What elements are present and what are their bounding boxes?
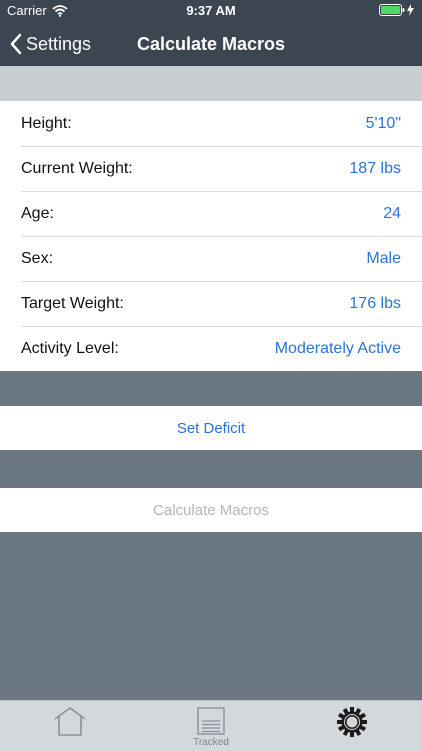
- age-value: 24: [383, 204, 401, 222]
- current-weight-row[interactable]: Current Weight: 187 lbs: [0, 146, 422, 191]
- status-bar: Carrier 9:37 AM: [0, 0, 422, 22]
- age-row[interactable]: Age: 24: [0, 191, 422, 236]
- navigation-bar: Settings Calculate Macros: [0, 22, 422, 66]
- tab-home[interactable]: [0, 701, 140, 751]
- charging-bolt-icon: [407, 4, 414, 16]
- status-time: 9:37 AM: [186, 3, 236, 18]
- page-title-text: Calculate Macros: [136, 34, 286, 54]
- tab-tracked-label: Tracked: [193, 737, 229, 748]
- height-row[interactable]: Height: 5'10": [0, 101, 422, 146]
- activity-level-label: Activity Level:: [21, 339, 119, 357]
- tab-tracked[interactable]: Tracked: [141, 701, 281, 751]
- chevron-left-icon: [10, 33, 22, 55]
- sex-value: Male: [366, 249, 401, 267]
- sex-row[interactable]: Sex: Male: [0, 236, 422, 281]
- age-label: Age:: [21, 204, 54, 222]
- sex-label: Sex:: [21, 249, 54, 267]
- macro-input-form: Height: 5'10" Current Weight: 187 lbs Ag…: [0, 101, 422, 371]
- section-spacer: [0, 66, 422, 101]
- settings-gear-icon: [337, 707, 367, 737]
- tab-settings[interactable]: [282, 701, 422, 751]
- tracked-icon: [197, 707, 225, 735]
- battery-indicator: [379, 4, 414, 16]
- back-button-label: Settings: [26, 33, 92, 54]
- home-icon: [54, 707, 86, 736]
- activity-level-value: Moderately Active: [274, 339, 401, 357]
- set-deficit-button[interactable]: Set Deficit: [0, 406, 422, 450]
- height-value: 5'10": [365, 114, 401, 132]
- back-button[interactable]: Settings: [10, 22, 91, 66]
- target-weight-value: 176 lbs: [349, 294, 401, 312]
- tab-bar: Tracked: [0, 700, 422, 751]
- target-weight-row[interactable]: Target Weight: 176 lbs: [0, 281, 422, 326]
- current-weight-label: Current Weight:: [21, 159, 133, 177]
- activity-level-row[interactable]: Activity Level: Moderately Active: [0, 326, 422, 371]
- battery-icon: [379, 4, 405, 16]
- target-weight-label: Target Weight:: [21, 294, 124, 312]
- calculate-macros-button[interactable]: Calculate Macros: [0, 488, 422, 532]
- current-weight-value: 187 lbs: [349, 159, 401, 177]
- height-label: Height:: [21, 114, 72, 132]
